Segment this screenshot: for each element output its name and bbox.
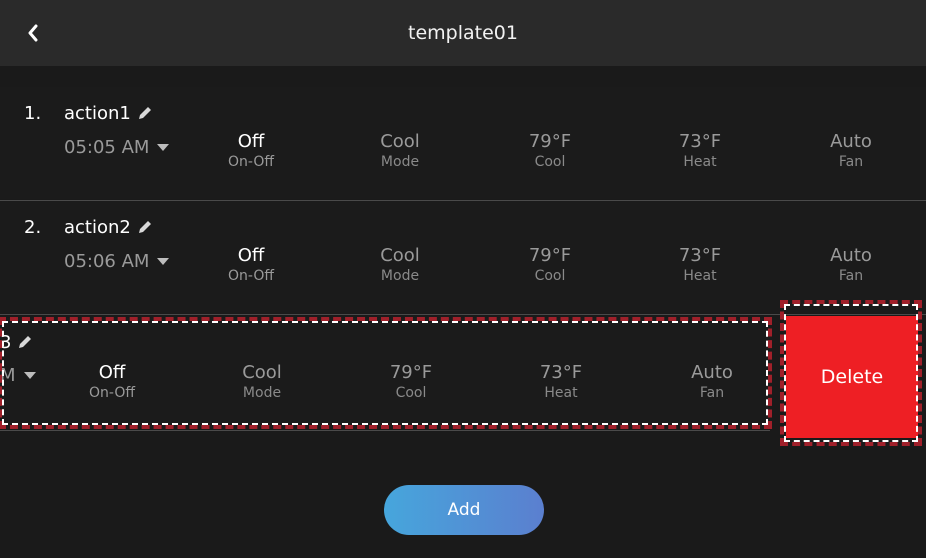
param-label: On-Off bbox=[228, 154, 274, 170]
param-cool-temp[interactable]: 79°F Cool bbox=[356, 362, 466, 402]
caret-down-icon bbox=[157, 143, 170, 151]
param-label: Heat bbox=[544, 385, 578, 401]
pencil-icon[interactable] bbox=[17, 334, 33, 350]
param-cool-temp[interactable]: 79°F Cool bbox=[495, 245, 605, 285]
chevron-left-icon bbox=[28, 24, 38, 42]
caret-down-icon bbox=[157, 257, 170, 265]
back-button[interactable] bbox=[18, 18, 48, 48]
param-label: Heat bbox=[683, 154, 717, 170]
caret-down-icon bbox=[23, 371, 36, 379]
action-header: 2. action2 bbox=[24, 213, 153, 241]
param-label: On-Off bbox=[89, 385, 135, 401]
time-dropdown[interactable]: M bbox=[0, 362, 36, 388]
page-title: template01 bbox=[408, 22, 518, 44]
param-value: 79°F bbox=[389, 362, 433, 383]
param-label: Mode bbox=[380, 154, 420, 170]
param-value: Cool bbox=[380, 245, 420, 266]
param-on-off[interactable]: Off On-Off bbox=[57, 362, 167, 402]
action-index: 1. bbox=[24, 102, 42, 124]
param-label: Fan bbox=[838, 154, 864, 170]
row-divider bbox=[0, 314, 926, 315]
time-dropdown[interactable]: 05:06 AM bbox=[64, 248, 170, 274]
pencil-icon[interactable] bbox=[137, 219, 153, 235]
param-label: Fan bbox=[699, 385, 725, 401]
param-fan[interactable]: Auto Fan bbox=[796, 131, 906, 171]
param-value: Auto bbox=[691, 362, 733, 383]
action-header: 1. action1 bbox=[24, 99, 153, 127]
action-index: 2. bbox=[24, 216, 42, 238]
param-mode[interactable]: Cool Mode bbox=[207, 362, 317, 402]
param-label: On-Off bbox=[228, 268, 274, 284]
param-value: Auto bbox=[830, 131, 872, 152]
time-value: 05:05 AM bbox=[64, 136, 150, 158]
action-header: 3 bbox=[0, 328, 33, 356]
pencil-icon[interactable] bbox=[137, 105, 153, 121]
action-row-2: 2. action2 05:06 AM Off On-Off Cool Mode… bbox=[0, 201, 926, 313]
time-value: 05:06 AM bbox=[64, 250, 150, 272]
param-label: Cool bbox=[534, 154, 566, 170]
param-mode[interactable]: Cool Mode bbox=[345, 131, 455, 171]
param-label: Cool bbox=[534, 268, 566, 284]
param-heat-temp[interactable]: 73°F Heat bbox=[645, 131, 755, 171]
add-button[interactable]: Add bbox=[384, 485, 544, 535]
param-on-off[interactable]: Off On-Off bbox=[196, 131, 306, 171]
action-name-partial[interactable]: 3 bbox=[0, 332, 11, 353]
param-value: Off bbox=[98, 362, 126, 383]
param-value: 73°F bbox=[678, 131, 722, 152]
action-name[interactable]: action2 bbox=[64, 217, 131, 238]
param-value: 73°F bbox=[678, 245, 722, 266]
param-fan[interactable]: Auto Fan bbox=[657, 362, 767, 402]
time-dropdown[interactable]: 05:05 AM bbox=[64, 134, 170, 160]
param-value: 79°F bbox=[528, 245, 572, 266]
param-value: Auto bbox=[830, 245, 872, 266]
param-heat-temp[interactable]: 73°F Heat bbox=[645, 245, 755, 285]
param-value: Cool bbox=[242, 362, 282, 383]
param-fan[interactable]: Auto Fan bbox=[796, 245, 906, 285]
delete-button[interactable]: Delete bbox=[786, 316, 918, 438]
param-value: Off bbox=[237, 245, 265, 266]
action-name[interactable]: action1 bbox=[64, 103, 131, 124]
time-value-partial: M bbox=[0, 364, 16, 386]
param-cool-temp[interactable]: 79°F Cool bbox=[495, 131, 605, 171]
param-label: Cool bbox=[395, 385, 427, 401]
param-label: Fan bbox=[838, 268, 864, 284]
param-mode[interactable]: Cool Mode bbox=[345, 245, 455, 285]
param-label: Mode bbox=[380, 268, 420, 284]
row-divider bbox=[0, 430, 770, 431]
param-label: Mode bbox=[242, 385, 282, 401]
action-row-1: 1. action1 05:05 AM Off On-Off Cool Mode… bbox=[0, 87, 926, 199]
action-row-3-swiped[interactable]: 3 M Off On-Off Cool Mode 79°F Cool 73°F … bbox=[0, 318, 770, 430]
param-value: Off bbox=[237, 131, 265, 152]
param-value: 73°F bbox=[539, 362, 583, 383]
param-heat-temp[interactable]: 73°F Heat bbox=[506, 362, 616, 402]
param-value: 79°F bbox=[528, 131, 572, 152]
param-on-off[interactable]: Off On-Off bbox=[196, 245, 306, 285]
title-bar: template01 bbox=[0, 0, 926, 66]
param-label: Heat bbox=[683, 268, 717, 284]
param-value: Cool bbox=[380, 131, 420, 152]
